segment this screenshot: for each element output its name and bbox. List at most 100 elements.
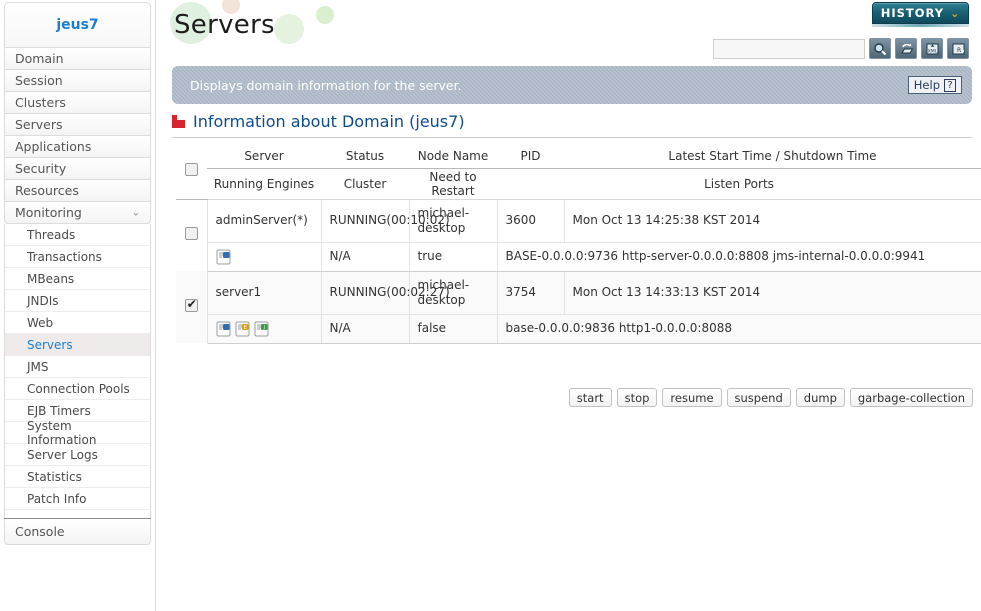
- dump-button[interactable]: dump: [795, 388, 845, 407]
- sidebar-item-label: Session: [15, 73, 63, 88]
- sidebar-item-threads[interactable]: Threads: [5, 224, 150, 246]
- table-row-detail: E J N/A false base-0.0.0.0:9836 http1-0.…: [176, 314, 981, 344]
- sidebar-item-label: Domain: [15, 51, 64, 66]
- question-mark-icon: ?: [944, 78, 956, 92]
- info-banner-text: Displays domain information for the serv…: [190, 77, 462, 93]
- table-header-row-secondary: Running Engines Cluster Need to Restart …: [176, 168, 981, 200]
- sidebar-item-mbeans[interactable]: MBeans: [5, 268, 150, 290]
- export-report-icon[interactable]: R: [947, 38, 969, 59]
- table-header-row-primary: Server Status Node Name PID Latest Start…: [176, 144, 981, 200]
- action-buttons: start stop resume suspend dump garbage-c…: [568, 388, 973, 407]
- sidebar-item-applications[interactable]: Applications: [4, 136, 151, 158]
- base-engine-icon[interactable]: [216, 321, 231, 337]
- table-head: Server Status Node Name PID Latest Start…: [176, 144, 981, 200]
- sidebar-subitem-label: Server Logs: [27, 447, 98, 462]
- cell-listen-ports: BASE-0.0.0.0:9736 http-server-0.0.0.0:88…: [497, 242, 981, 272]
- servers-table-container: Server Status Node Name PID Latest Start…: [176, 144, 981, 344]
- cell-need-to-restart: true: [409, 242, 498, 272]
- section-header: Information about Domain (jeus7): [172, 112, 972, 138]
- app-window: jeus7 Domain Session Clusters Servers Ap…: [0, 0, 981, 611]
- sidebar-item-session[interactable]: Session: [4, 70, 151, 92]
- table-row-detail: N/A true BASE-0.0.0.0:9736 http-server-0…: [176, 242, 981, 272]
- cell-need-to-restart: false: [409, 314, 498, 344]
- sidebar-item-resources[interactable]: Resources: [4, 180, 151, 202]
- cell-status: RUNNING(00:10:02): [321, 199, 450, 243]
- sidebar-subitem-label: Servers: [27, 337, 73, 352]
- column-header-cluster: Cluster: [321, 168, 409, 200]
- sidebar-item-clusters[interactable]: Clusters: [4, 92, 151, 114]
- base-engine-icon[interactable]: [216, 249, 231, 265]
- column-header-listen-ports: Listen Ports: [497, 168, 981, 200]
- sidebar-submenu-spacer: [5, 510, 150, 518]
- table-row: server1 RUNNING(00:02:27) michael-deskto…: [176, 271, 981, 343]
- section-marker-icon: [172, 115, 185, 128]
- sidebar-item-server-logs[interactable]: Server Logs: [5, 444, 150, 466]
- sidebar-subitem-label: Web: [27, 315, 54, 330]
- sidebar-subitem-label: EJB Timers: [27, 403, 91, 418]
- cell-running-engines: [207, 242, 322, 272]
- sidebar-item-servers[interactable]: Servers: [4, 114, 151, 136]
- column-header-pid: PID: [497, 144, 564, 169]
- cell-server-name: server1: [207, 271, 322, 315]
- chevron-down-icon: ⌄: [950, 6, 961, 20]
- sidebar-item-statistics[interactable]: Statistics: [5, 466, 150, 488]
- sidebar-subitem-label: MBeans: [27, 271, 75, 286]
- select-all-checkbox[interactable]: [185, 163, 198, 177]
- refresh-icon[interactable]: [895, 38, 917, 59]
- cell-node-name: michael-desktop: [409, 199, 498, 243]
- sidebar-item-transactions[interactable]: Transactions: [5, 246, 150, 268]
- help-button[interactable]: Help ?: [907, 76, 962, 94]
- toolbar: XML R: [713, 38, 969, 59]
- export-xml-icon[interactable]: XML: [921, 38, 943, 59]
- stop-button[interactable]: stop: [616, 388, 658, 407]
- sidebar-item-label: Clusters: [15, 95, 66, 110]
- cell-cluster: N/A: [321, 242, 410, 272]
- cell-listen-ports: base-0.0.0.0:9836 http1-0.0.0.0:8088: [497, 314, 981, 344]
- decor-circle-icon: [274, 14, 304, 44]
- svg-text:R: R: [957, 47, 961, 54]
- sidebar-item-monitoring[interactable]: Monitoring ⌄: [4, 202, 151, 224]
- sidebar-subitem-label: Connection Pools: [27, 381, 130, 396]
- search-icon[interactable]: [869, 38, 891, 59]
- svg-text:E: E: [243, 325, 246, 331]
- suspend-button[interactable]: suspend: [726, 388, 791, 407]
- table-body: adminServer(*) RUNNING(00:10:02) michael…: [176, 199, 981, 344]
- cell-pid: 3754: [497, 271, 565, 315]
- sidebar-item-patch-info[interactable]: Patch Info: [5, 488, 150, 510]
- resume-button[interactable]: resume: [662, 388, 722, 407]
- sidebar-item-system-information[interactable]: System Information: [5, 418, 150, 447]
- ejb-engine-icon[interactable]: E: [235, 321, 250, 337]
- section-title: Information about Domain (jeus7): [193, 112, 465, 131]
- sidebar-item-label: Security: [15, 161, 67, 176]
- garbage-collection-button[interactable]: garbage-collection: [849, 388, 973, 407]
- column-header-server: Server: [207, 144, 321, 169]
- cell-latest-start-time: Mon Oct 13 14:25:38 KST 2014: [564, 199, 981, 243]
- sidebar-footer-label: Console: [15, 524, 65, 539]
- sidebar-item-label: Monitoring: [15, 205, 82, 220]
- sidebar-item-domain[interactable]: Domain: [4, 48, 151, 70]
- help-button-label: Help: [913, 78, 940, 92]
- sidebar-item-console[interactable]: Console: [4, 519, 151, 545]
- row-checkbox[interactable]: [184, 226, 198, 240]
- sidebar-subitem-label: Threads: [27, 227, 76, 242]
- sidebar-item-security[interactable]: Security: [4, 158, 151, 180]
- row-checkbox[interactable]: [184, 297, 198, 312]
- sidebar-item-connection-pools[interactable]: Connection Pools: [5, 378, 150, 400]
- sidebar-item-monitoring-servers[interactable]: Servers: [5, 334, 150, 356]
- chevron-down-icon: ⌄: [131, 207, 140, 218]
- sidebar-brand-label: jeus7: [56, 17, 99, 33]
- info-banner: Displays domain information for the serv…: [172, 66, 972, 104]
- sidebar-item-jndis[interactable]: JNDIs: [5, 290, 150, 312]
- column-header-latest-start-time: Latest Start Time / Shutdown Time: [564, 144, 981, 169]
- cell-status: RUNNING(00:02:27): [321, 271, 450, 315]
- sidebar-subitem-label: System Information: [27, 418, 97, 447]
- column-header-node-name: Node Name: [409, 144, 497, 169]
- sidebar-item-jms[interactable]: JMS: [5, 356, 150, 378]
- sidebar-item-web[interactable]: Web: [5, 312, 150, 334]
- jms-engine-icon[interactable]: J: [254, 321, 269, 337]
- start-button[interactable]: start: [568, 388, 612, 407]
- history-button[interactable]: HISTORY ⌄: [872, 2, 969, 24]
- sidebar-brand: jeus7: [4, 2, 151, 48]
- search-input[interactable]: [713, 38, 865, 59]
- sidebar-subitem-label: Transactions: [27, 249, 102, 264]
